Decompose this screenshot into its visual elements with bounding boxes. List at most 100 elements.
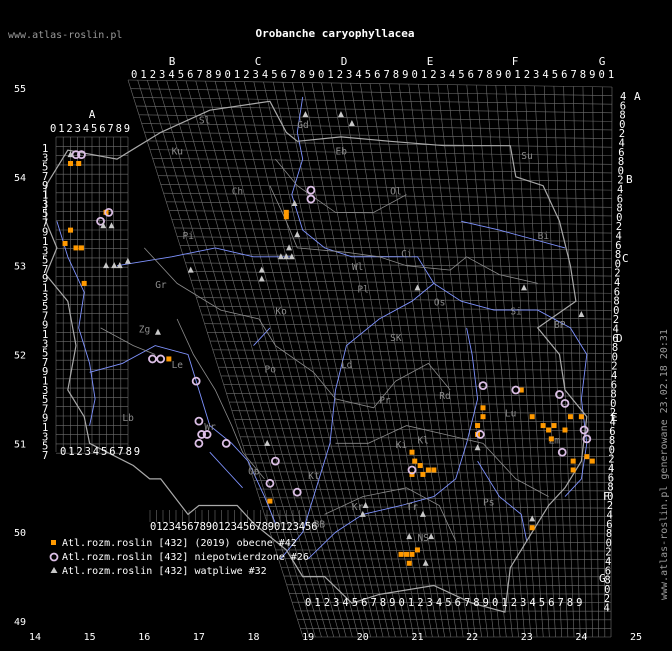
doubtful-point xyxy=(187,266,194,273)
grid-digit: 6 xyxy=(455,597,461,609)
x-axis-label: 21 xyxy=(411,632,423,643)
grid-digit: 2 xyxy=(511,597,517,609)
grid-digit: 5 xyxy=(352,597,358,609)
grid-digit: 7 xyxy=(196,69,202,81)
grid-digit: 0 xyxy=(305,597,311,609)
grid-line xyxy=(155,166,612,174)
grid-digit: 4 xyxy=(529,597,535,609)
voivodeship-border xyxy=(269,185,538,284)
grid-digit: 7 xyxy=(477,69,483,81)
region-code: Ki xyxy=(396,440,408,451)
region-code: Le xyxy=(172,360,184,371)
zone-letter: A xyxy=(89,108,96,121)
present-point xyxy=(68,227,74,233)
legend-label-present: Atl.rozm.roslin [432] (2019) obecne #42 xyxy=(62,538,297,549)
grid-digit: 3 xyxy=(427,597,433,609)
x-axis-label: 17 xyxy=(193,632,205,643)
region-code: Bi xyxy=(538,231,550,242)
zone-letter: E xyxy=(427,55,434,68)
x-axis-label: 23 xyxy=(521,632,533,643)
zone-letter: G xyxy=(599,55,606,68)
region-code: Op xyxy=(248,466,260,477)
doubtful-point xyxy=(286,244,293,251)
grid-digit: 3 xyxy=(159,69,165,81)
grid-digit: 9 xyxy=(124,123,130,135)
present-point xyxy=(551,423,557,429)
present-point xyxy=(409,449,415,455)
unconfirmed-point xyxy=(221,438,231,448)
grid-digit: 2 xyxy=(243,69,249,81)
region-code: Zg xyxy=(139,324,150,335)
grid-digit: 7 xyxy=(117,446,123,458)
grid-digit: 3 xyxy=(346,69,352,81)
present-point xyxy=(420,471,426,477)
grid-digit: 0 xyxy=(50,123,56,135)
region-code: Pi xyxy=(183,231,195,242)
region-code: Kt xyxy=(308,471,319,482)
unconfirmed-point xyxy=(270,456,280,466)
doubtful-point xyxy=(414,284,421,291)
zone-letter: G xyxy=(599,572,606,585)
zone-letter: B xyxy=(626,173,633,186)
grid-digit: 8 xyxy=(580,69,586,81)
grid-line xyxy=(141,123,612,131)
grid-line xyxy=(133,97,612,105)
present-point xyxy=(78,245,84,251)
grid-digit: 4 xyxy=(93,446,99,458)
distribution-map: 14 15 16 17 18 19 20 21 22 23 24 2555545352515049B C… xyxy=(8,27,670,643)
region-code: Kr xyxy=(352,502,364,513)
grid-digit: 1 xyxy=(421,69,427,81)
grid-digit: 8 xyxy=(486,69,492,81)
region-code: Gd xyxy=(297,120,308,131)
grid-digit: 8 xyxy=(206,69,212,81)
present-point xyxy=(548,436,554,442)
grid-digit: 1 xyxy=(68,446,74,458)
grid-digit: 3 xyxy=(75,123,81,135)
region-code: Kl xyxy=(417,435,428,446)
grid-digit: 2 xyxy=(150,69,156,81)
site-link[interactable]: www.atlas-roslin.pl xyxy=(8,30,122,41)
present-point xyxy=(417,463,423,469)
side-caption: www.atlas-roslin.pl generowane 23.02.18 … xyxy=(659,329,670,600)
grid-digit: 0 xyxy=(505,69,511,81)
river xyxy=(209,451,243,489)
grid-digit: 9 xyxy=(389,597,395,609)
region-code: Rd xyxy=(439,391,450,402)
grid-digit: 1 xyxy=(514,69,520,81)
present-point xyxy=(267,498,273,504)
grid-digit: 8 xyxy=(126,446,132,458)
region-code: Sl xyxy=(199,116,210,127)
present-point xyxy=(81,280,87,286)
grid-digit: 4 xyxy=(83,123,89,135)
zone-letter: D xyxy=(616,332,623,345)
region-code: Ps xyxy=(483,498,494,509)
grid-digit: 6 xyxy=(548,597,554,609)
legend-marker-unconfirmed xyxy=(49,552,59,562)
grid-digit: 6 xyxy=(361,597,367,609)
grid-digit: 2 xyxy=(430,69,436,81)
doubtful-point xyxy=(103,262,110,269)
present-point xyxy=(406,560,412,566)
present-point xyxy=(584,454,590,460)
y-axis-label: 54 xyxy=(14,173,26,184)
present-point xyxy=(62,240,68,246)
present-point xyxy=(412,458,418,464)
legend-marker-doubtful xyxy=(50,567,58,573)
present-point xyxy=(425,467,431,473)
region-code: SK xyxy=(390,333,402,344)
legend-marker-present xyxy=(51,540,56,545)
grid-digit: 5 xyxy=(271,69,277,81)
river xyxy=(461,220,566,249)
doubtful-point xyxy=(419,510,426,517)
legend-label-unconfirmed: Atl.rozm.roslin [432] niepotwierdzone #2… xyxy=(62,552,309,563)
doubtful-point xyxy=(111,262,118,269)
grid-digit: 2 xyxy=(524,69,530,81)
present-point xyxy=(540,423,546,429)
doubtful-point xyxy=(362,502,369,509)
grid-digit: 4 xyxy=(355,69,361,81)
x-axis-label: 14 xyxy=(29,632,41,643)
y-axis-label: 51 xyxy=(14,439,26,450)
present-point xyxy=(567,414,573,420)
unconfirmed-point xyxy=(156,354,166,364)
grid-digit: 9 xyxy=(402,69,408,81)
